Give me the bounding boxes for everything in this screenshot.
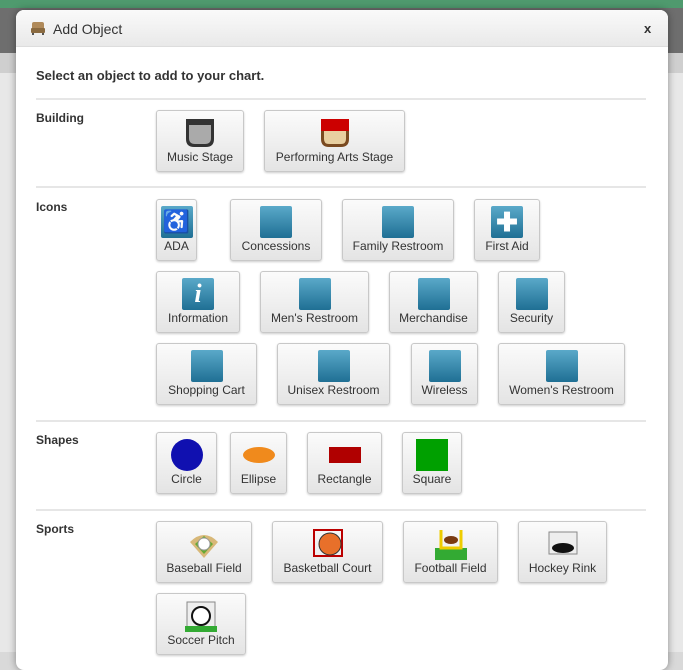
- button-label: Merchandise: [399, 311, 468, 325]
- basketball-court-button[interactable]: Basketball Court: [272, 521, 383, 583]
- rectangle-button[interactable]: Rectangle: [307, 432, 382, 494]
- button-label: Shopping Cart: [168, 383, 245, 397]
- button-label: First Aid: [485, 239, 529, 253]
- button-label: Football Field: [414, 561, 487, 575]
- family-restroom-button[interactable]: Family Restroom: [342, 199, 454, 261]
- basketball-icon: [312, 529, 343, 557]
- soccer-icon: [185, 601, 217, 632]
- hockey-icon: [548, 531, 577, 555]
- chair-icon: [31, 22, 45, 35]
- first-aid-button[interactable]: ✚ First Aid: [474, 199, 540, 261]
- button-label: Rectangle: [317, 472, 372, 486]
- section-label-shapes: Shapes: [36, 433, 79, 447]
- close-button[interactable]: x: [644, 21, 651, 36]
- button-label: Wireless: [421, 383, 468, 397]
- concessions-button[interactable]: Concessions: [230, 199, 322, 261]
- shopping-cart-button[interactable]: Shopping Cart: [156, 343, 257, 405]
- button-label: Family Restroom: [352, 239, 444, 253]
- divider: [36, 98, 646, 100]
- rectangle-icon: [328, 447, 361, 463]
- circle-icon: [170, 439, 203, 471]
- family-restroom-icon: [382, 206, 414, 238]
- app-top-bar: [0, 0, 683, 8]
- hockey-rink-button[interactable]: Hockey Rink: [518, 521, 607, 583]
- button-label: Baseball Field: [166, 561, 242, 575]
- square-button[interactable]: Square: [402, 432, 462, 494]
- information-button[interactable]: i Information: [156, 271, 240, 333]
- womens-restroom-button[interactable]: Women's Restroom: [498, 343, 625, 405]
- dialog-title: Add Object: [53, 21, 123, 37]
- button-label: Information: [167, 311, 229, 325]
- wireless-icon: [428, 350, 461, 382]
- mens-restroom-button[interactable]: Men's Restroom: [260, 271, 369, 333]
- button-label: Hockey Rink: [528, 561, 597, 575]
- circle-button[interactable]: Circle: [156, 432, 217, 494]
- first-aid-icon: ✚: [491, 206, 523, 238]
- ellipse-button[interactable]: Ellipse: [230, 432, 287, 494]
- divider: [36, 420, 646, 422]
- merchandise-button[interactable]: Merchandise: [389, 271, 478, 333]
- divider: [36, 509, 646, 511]
- unisex-restroom-icon: [317, 350, 350, 382]
- mens-restroom-icon: [298, 278, 331, 310]
- button-label: Soccer Pitch: [167, 633, 235, 647]
- music-stage-button[interactable]: Music Stage: [156, 110, 244, 172]
- shopping-cart-icon: [190, 350, 223, 382]
- button-label: Music Stage: [166, 150, 234, 164]
- wheelchair-icon: ♿: [160, 206, 193, 238]
- unisex-restroom-button[interactable]: Unisex Restroom: [277, 343, 390, 405]
- ada-button[interactable]: ♿ ADA: [156, 199, 197, 261]
- button-label: Performing Arts Stage: [275, 150, 394, 164]
- section-label-icons: Icons: [36, 200, 68, 214]
- womens-restroom-icon: [545, 350, 578, 382]
- shopping-bag-icon: [417, 278, 450, 310]
- add-object-dialog: Add Object x Select an object to add to …: [16, 10, 668, 670]
- section-label-building: Building: [36, 111, 84, 125]
- dialog-header: Add Object x: [16, 10, 668, 47]
- divider: [36, 186, 646, 188]
- baseball-field-button[interactable]: Baseball Field: [156, 521, 252, 583]
- badge-icon: [515, 278, 548, 310]
- music-stage-icon: [186, 119, 214, 147]
- security-button[interactable]: Security: [498, 271, 565, 333]
- ellipse-icon: [242, 447, 275, 463]
- information-icon: i: [182, 278, 214, 310]
- button-label: Circle: [171, 472, 202, 486]
- football-icon: [434, 530, 467, 560]
- performing-arts-stage-button[interactable]: Performing Arts Stage: [264, 110, 405, 172]
- button-label: Unisex Restroom: [287, 383, 380, 397]
- concessions-icon: [260, 206, 292, 238]
- button-label: Ellipse: [240, 472, 277, 486]
- square-icon: [416, 439, 448, 471]
- dialog-instructions: Select an object to add to your chart.: [36, 68, 265, 83]
- button-label: Basketball Court: [283, 561, 372, 575]
- football-field-button[interactable]: Football Field: [403, 521, 498, 583]
- button-label: Concessions: [241, 239, 311, 253]
- performing-arts-stage-icon: [320, 119, 349, 147]
- button-label: ADA: [164, 239, 189, 253]
- button-label: Square: [412, 472, 452, 486]
- section-label-sports: Sports: [36, 522, 75, 536]
- button-label: Women's Restroom: [509, 383, 614, 397]
- soccer-pitch-button[interactable]: Soccer Pitch: [156, 593, 246, 655]
- button-label: Men's Restroom: [271, 311, 358, 325]
- baseball-icon: [190, 535, 218, 558]
- wireless-button[interactable]: Wireless: [411, 343, 478, 405]
- button-label: Security: [509, 311, 554, 325]
